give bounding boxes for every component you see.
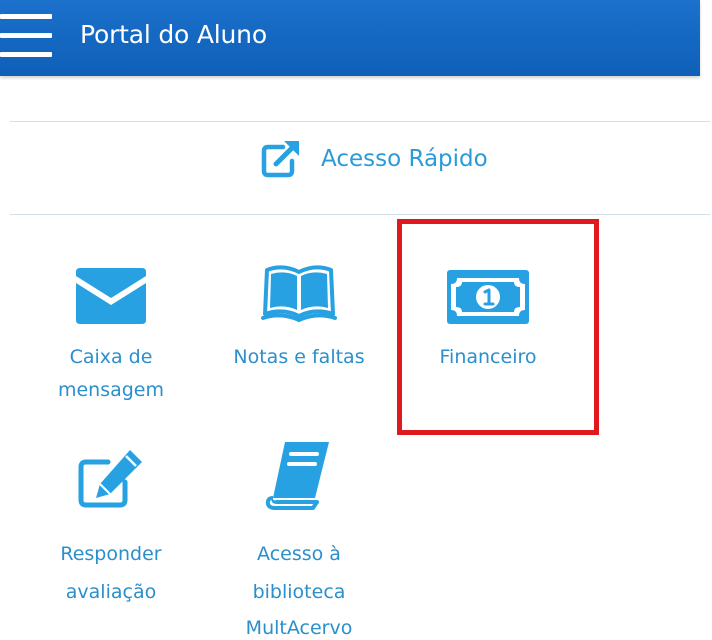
tile-notas-e-faltas[interactable]: Notas e faltas xyxy=(219,258,379,378)
tile-icon-wrapper xyxy=(219,258,379,324)
tile-caixa-de-mensagem[interactable]: Caixa de mensagem xyxy=(31,258,191,418)
hamburger-menu-icon[interactable] xyxy=(0,14,52,58)
open-book-icon xyxy=(261,265,337,323)
envelope-icon xyxy=(76,268,146,324)
banknote-icon xyxy=(447,270,529,324)
tile-label: Notas e faltas xyxy=(233,346,365,368)
tile-biblioteca-multacervo[interactable]: Acesso à biblioteca MultAcervo xyxy=(219,442,379,640)
tile-financeiro[interactable]: Financeiro xyxy=(408,258,568,378)
external-link-icon xyxy=(261,141,299,178)
tile-label: Acesso à xyxy=(257,543,341,565)
tile-label: Financeiro xyxy=(439,346,537,368)
tile-label: mensagem xyxy=(57,379,165,401)
library-book-icon xyxy=(265,442,329,510)
tile-label: MultAcervo xyxy=(245,617,353,639)
menu-bar-line xyxy=(0,14,52,19)
quick-access-label: Acesso Rápido xyxy=(321,146,488,172)
tile-label: Responder xyxy=(60,543,162,565)
tile-icon-wrapper xyxy=(219,442,379,510)
quick-access-link[interactable]: Acesso Rápido xyxy=(259,138,488,180)
tile-label: avaliação xyxy=(65,581,157,603)
tile-label: biblioteca xyxy=(252,581,346,603)
tile-icon-wrapper xyxy=(408,258,568,324)
section-divider xyxy=(10,214,710,215)
menu-bar-line xyxy=(0,52,52,57)
tile-label: Caixa de xyxy=(69,346,153,368)
portal-page: Portal do Aluno Acesso Rápido Caixa de m… xyxy=(0,0,712,640)
edit-icon xyxy=(78,450,142,508)
tile-icon-wrapper xyxy=(31,258,191,324)
tile-responder-avaliacao[interactable]: Responder avaliação xyxy=(31,444,191,604)
app-header: Portal do Aluno xyxy=(0,0,700,76)
top-divider xyxy=(10,121,710,122)
menu-bar-line xyxy=(0,33,52,38)
header-title: Portal do Aluno xyxy=(80,20,267,49)
tile-icon-wrapper xyxy=(31,444,191,510)
